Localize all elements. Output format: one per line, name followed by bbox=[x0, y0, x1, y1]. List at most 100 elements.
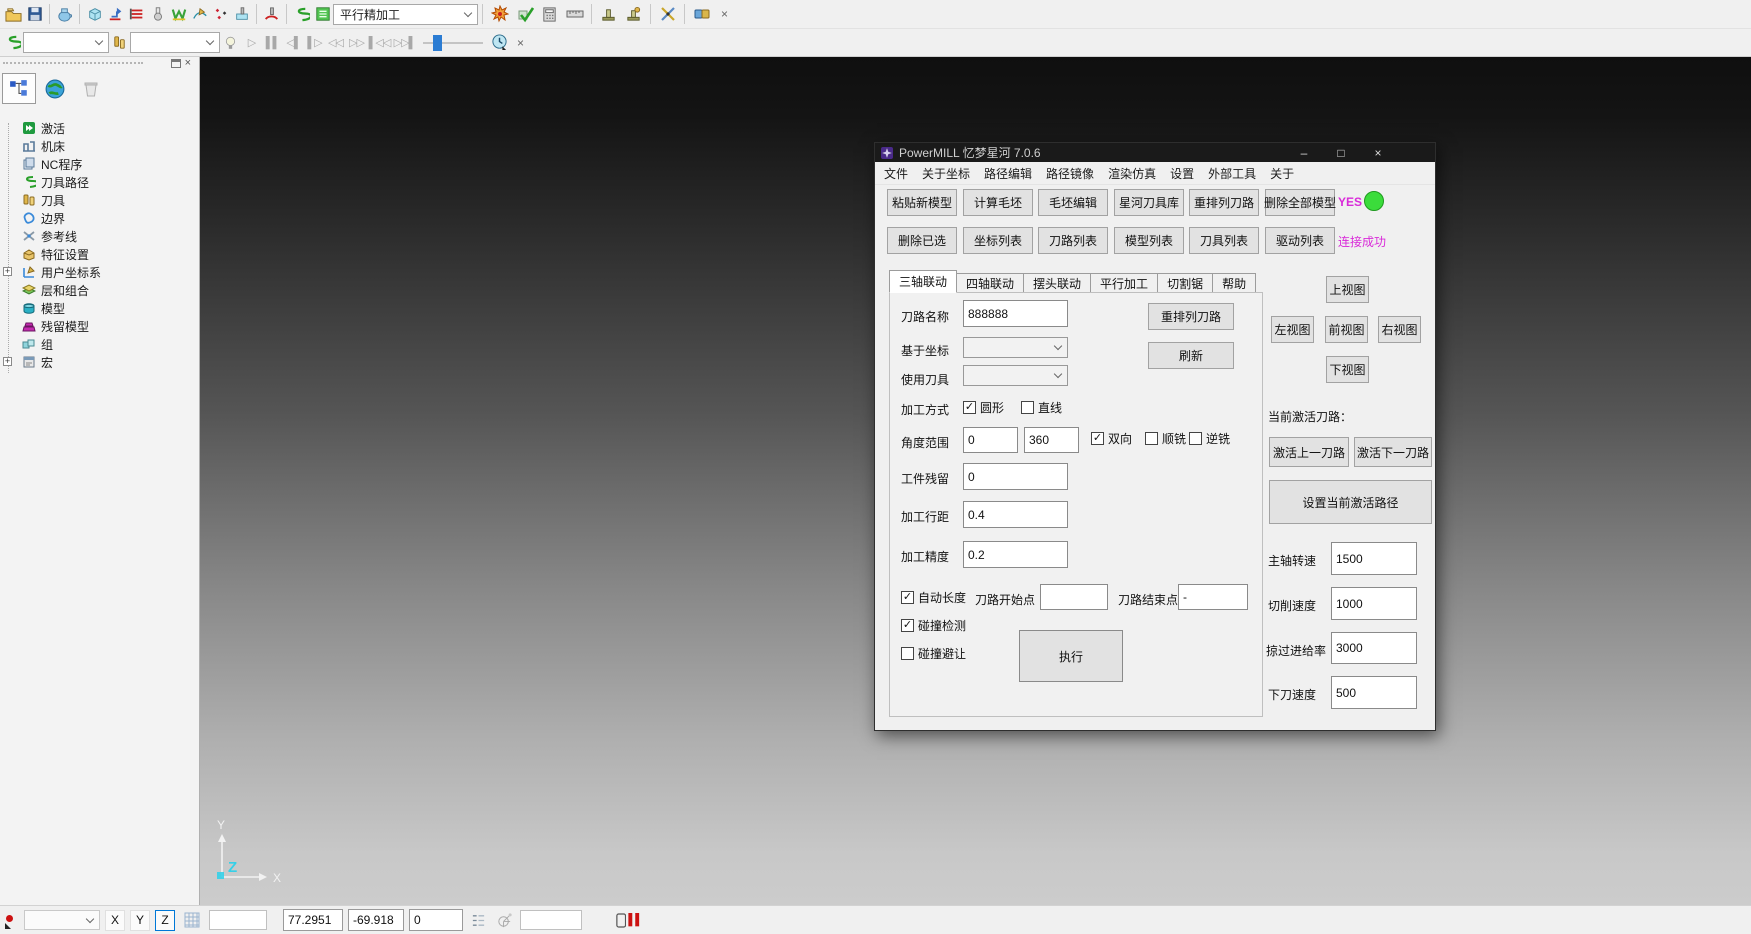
tree-item-levels-sets[interactable]: 层和组合 bbox=[0, 281, 198, 299]
conventional-checkbox[interactable]: 逆铣 bbox=[1189, 430, 1230, 447]
ruler-button[interactable] bbox=[562, 2, 587, 26]
collision-avoid-checkbox[interactable]: 碰撞避让 bbox=[901, 645, 966, 662]
menu-settings[interactable]: 设置 bbox=[1163, 165, 1201, 182]
tab-swivel[interactable]: 摆头联动 bbox=[1023, 273, 1091, 293]
stock-edit-button[interactable]: 毛坯编辑 bbox=[1038, 189, 1108, 216]
explorer-tab-tree[interactable] bbox=[2, 73, 36, 104]
axis-z-toggle[interactable]: Z bbox=[155, 910, 175, 931]
coord-combobox[interactable] bbox=[963, 337, 1068, 358]
menu-about[interactable]: 关于 bbox=[1263, 165, 1301, 182]
delete-models-button[interactable]: 删除全部模型 bbox=[1265, 189, 1335, 216]
slider-handle[interactable] bbox=[433, 35, 442, 51]
climb-checkbox[interactable]: 顺铣 bbox=[1145, 430, 1186, 447]
tree-item-active[interactable]: 激活 bbox=[0, 119, 198, 137]
cubes-button[interactable] bbox=[689, 2, 714, 26]
toolpath-name-input[interactable] bbox=[963, 300, 1068, 327]
minimize-button[interactable]: – bbox=[1291, 143, 1317, 162]
bulb-button[interactable] bbox=[220, 31, 241, 55]
drive-list-button[interactable]: 驱动列表 bbox=[1265, 227, 1335, 254]
scissors-button[interactable] bbox=[655, 2, 680, 26]
toolpath-list-button[interactable] bbox=[312, 2, 333, 26]
tab-parallel[interactable]: 平行加工 bbox=[1090, 273, 1158, 293]
toolbar-close-button[interactable]: × bbox=[714, 2, 735, 26]
maximize-button[interactable]: □ bbox=[1328, 143, 1354, 162]
step-back-button[interactable]: ◁▌ bbox=[283, 31, 304, 55]
panel-close-icon[interactable]: × bbox=[185, 58, 191, 69]
clamp-pin-button[interactable] bbox=[621, 2, 646, 26]
ucs-input[interactable] bbox=[520, 910, 582, 930]
axis-x-toggle[interactable]: X bbox=[105, 910, 125, 931]
picker-combobox[interactable] bbox=[24, 910, 100, 930]
save-button[interactable] bbox=[24, 2, 45, 26]
calc-stock-button[interactable]: 计算毛坯 bbox=[963, 189, 1033, 216]
step-forward-button[interactable]: ▌▷ bbox=[304, 31, 325, 55]
tool-button[interactable] bbox=[147, 2, 168, 26]
auto-length-checkbox[interactable]: ✓自动长度 bbox=[901, 589, 966, 606]
view-front-button[interactable]: 前视图 bbox=[1325, 316, 1368, 343]
bidirectional-checkbox[interactable]: ✓双向 bbox=[1091, 430, 1132, 447]
fast-forward-button[interactable]: ▷▷ bbox=[346, 31, 367, 55]
float-panel-icon[interactable] bbox=[171, 59, 181, 68]
explorer-tab-trash[interactable] bbox=[74, 73, 108, 104]
ucs-indicator-button[interactable] bbox=[493, 910, 515, 930]
tree-item-groups[interactable]: 组 bbox=[0, 335, 198, 353]
tree-item-models[interactable]: 模型 bbox=[0, 299, 198, 317]
tree-item-boundaries[interactable]: 边界 bbox=[0, 209, 198, 227]
activate-prev-button[interactable]: 激活上一刀路 bbox=[1269, 437, 1349, 467]
probe-indicator[interactable] bbox=[3, 911, 19, 929]
grid-toggle[interactable] bbox=[180, 910, 204, 930]
skim-rate-input[interactable] bbox=[1331, 632, 1417, 664]
execute-button[interactable]: 执行 bbox=[1019, 630, 1123, 682]
method-circle-checkbox[interactable]: ✓圆形 bbox=[963, 399, 1004, 416]
tool-list-button[interactable]: 刀具列表 bbox=[1189, 227, 1259, 254]
device-status-button[interactable]: ▌▌ bbox=[616, 910, 642, 930]
delete-selected-button[interactable]: 删除已选 bbox=[887, 227, 957, 254]
play-button[interactable]: ▷ bbox=[241, 31, 262, 55]
tool-combobox[interactable] bbox=[963, 365, 1068, 386]
tool-combobox[interactable] bbox=[130, 32, 220, 53]
render-button[interactable] bbox=[54, 2, 75, 26]
toolpath-button[interactable] bbox=[291, 2, 312, 26]
go-start-button[interactable]: ▌◁◁ bbox=[367, 31, 392, 55]
tree-item-macros[interactable]: +宏 bbox=[0, 353, 198, 371]
collision-button[interactable] bbox=[487, 2, 512, 26]
refresh-button[interactable]: 刷新 bbox=[1148, 342, 1234, 369]
speed-slider[interactable] bbox=[423, 34, 483, 52]
tree-item-patterns[interactable]: 参考线 bbox=[0, 227, 198, 245]
toolpath-list-button[interactable]: 刀路列表 bbox=[1038, 227, 1108, 254]
pause-button[interactable]: ▌▌ bbox=[262, 31, 283, 55]
tree-item-workplanes[interactable]: +用户坐标系 bbox=[0, 263, 198, 281]
verify-ok-button[interactable] bbox=[512, 2, 537, 26]
coord-y-value[interactable] bbox=[348, 909, 404, 931]
toolpath-verify-button[interactable] bbox=[261, 2, 282, 26]
collision-check-checkbox[interactable]: ✓碰撞检测 bbox=[901, 617, 966, 634]
levels-button[interactable] bbox=[126, 2, 147, 26]
block-button[interactable] bbox=[84, 2, 105, 26]
expand-icon[interactable]: + bbox=[3, 267, 12, 276]
tolerance-input[interactable] bbox=[963, 541, 1068, 568]
leads-links-button[interactable] bbox=[105, 2, 126, 26]
spindle-speed-input[interactable] bbox=[1331, 542, 1417, 575]
panel-grip[interactable] bbox=[3, 62, 143, 64]
start-point-input[interactable] bbox=[1040, 584, 1108, 610]
tab-saw[interactable]: 切割锯 bbox=[1157, 273, 1213, 293]
stock-input[interactable] bbox=[963, 463, 1068, 490]
active-toolpath-combobox[interactable]: 平行精加工 bbox=[333, 4, 478, 25]
toolpath-combobox[interactable] bbox=[23, 32, 109, 53]
set-active-path-button[interactable]: 设置当前激活路径 bbox=[1269, 480, 1432, 524]
rearrange-toolpath-button[interactable]: 重排列刀路 bbox=[1148, 303, 1234, 330]
menu-external-tools[interactable]: 外部工具 bbox=[1201, 165, 1263, 182]
tool-select-button[interactable] bbox=[109, 31, 130, 55]
tree-item-toolpaths[interactable]: 刀具路径 bbox=[0, 173, 198, 191]
model-list-button[interactable]: 模型列表 bbox=[1114, 227, 1184, 254]
toolbar2-close-button[interactable]: × bbox=[510, 31, 531, 55]
view-left-button[interactable]: 左视图 bbox=[1271, 316, 1314, 343]
rearrange-button[interactable]: 重排列刀路 bbox=[1189, 189, 1259, 216]
tab-4axis[interactable]: 四轴联动 bbox=[956, 273, 1024, 293]
tool-library-button[interactable]: 星河刀具库 bbox=[1114, 189, 1184, 216]
menu-file[interactable]: 文件 bbox=[877, 165, 915, 182]
tree-item-stock-models[interactable]: 残留模型 bbox=[0, 317, 198, 335]
go-end-button[interactable]: ▷▷▌ bbox=[392, 31, 417, 55]
tree-item-tools[interactable]: 刀具 bbox=[0, 191, 198, 209]
menu-coords[interactable]: 关于坐标 bbox=[915, 165, 977, 182]
